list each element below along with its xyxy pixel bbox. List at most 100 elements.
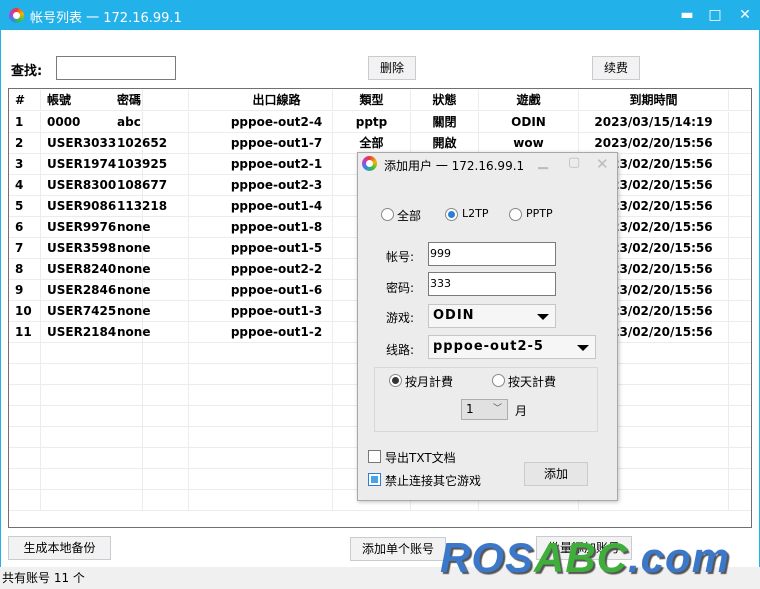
block-other-games-checkbox[interactable] xyxy=(368,473,381,486)
cell-password: none xyxy=(111,217,189,238)
header-type: 類型 xyxy=(333,90,411,111)
cell-outlet-line: pppoe-out2-1 xyxy=(221,154,333,175)
backup-button[interactable]: 生成本地备份 xyxy=(8,536,111,560)
header-game: 遊戲 xyxy=(479,90,579,111)
type-radio-l2tp[interactable] xyxy=(445,208,458,221)
cell-index xyxy=(9,490,41,511)
chevron-down-icon: ﹀ xyxy=(492,404,502,414)
watermark-logo: ROSABC.com xyxy=(440,534,731,581)
cell-spare xyxy=(729,301,751,322)
cell-password: abc xyxy=(111,112,189,133)
add-single-account-button[interactable]: 添加单个账号 xyxy=(350,537,446,561)
cell-game: ODIN xyxy=(479,112,579,133)
cell-outlet-line: pppoe-out1-4 xyxy=(221,196,333,217)
months-unit: 月 xyxy=(515,404,528,418)
dialog-maximize-button[interactable]: ▢ xyxy=(568,155,580,170)
cell-password: none xyxy=(111,259,189,280)
months-value: 1 xyxy=(466,402,474,416)
dialog-minimize-button[interactable]: ▁ xyxy=(538,155,548,170)
cell-password xyxy=(111,469,189,490)
renew-button[interactable]: 续费 xyxy=(592,56,640,80)
cell-index xyxy=(9,427,41,448)
cell-spare xyxy=(729,238,751,259)
cell-password: none xyxy=(111,280,189,301)
type-radio-pptp[interactable] xyxy=(509,208,522,221)
cell-spare xyxy=(729,154,751,175)
minimize-button[interactable]: ▬ xyxy=(677,5,697,25)
search-input[interactable] xyxy=(56,56,176,80)
delete-button[interactable]: 删除 xyxy=(368,56,416,80)
cell-spare xyxy=(729,364,751,385)
close-button[interactable]: ✕ xyxy=(735,5,755,25)
cell-spare xyxy=(729,406,751,427)
months-select[interactable]: 1 ﹀ xyxy=(461,399,508,420)
cell-type: 全部 xyxy=(333,133,411,154)
table-row[interactable]: 2 USER3033 102652 pppoe-out1-7 全部 開啟 wow 2023/0… xyxy=(9,133,751,154)
account-input[interactable]: 999 xyxy=(428,242,556,266)
billing-radio-monthly[interactable] xyxy=(389,374,402,387)
cell-index: 1 xyxy=(9,112,41,133)
cell-password xyxy=(111,490,189,511)
cell-password: 108677 xyxy=(111,175,189,196)
cell-index: 10 xyxy=(9,301,41,322)
cell-index: 2 xyxy=(9,133,41,154)
cell-password: none xyxy=(111,322,189,343)
cell-outlet-line: pppoe-out1-8 xyxy=(221,217,333,238)
cell-password: 113218 xyxy=(111,196,189,217)
header-password: 密碼 xyxy=(111,90,189,111)
password-input[interactable]: 333 xyxy=(428,272,556,296)
cell-index: 4 xyxy=(9,175,41,196)
block-other-games-label: 禁止连接其它游戏 xyxy=(385,474,482,488)
table-header: # 帳號 密碼 出口線路 類型 狀態 遊戲 到期時間 xyxy=(9,90,751,111)
cell-index: 3 xyxy=(9,154,41,175)
cell-index: 9 xyxy=(9,280,41,301)
type-label-pptp: PPTP xyxy=(526,207,553,220)
cell-outlet-line xyxy=(221,427,333,448)
cell-spare xyxy=(729,490,751,511)
dialog-close-button[interactable]: ✕ xyxy=(596,155,609,173)
cell-index: 8 xyxy=(9,259,41,280)
chevron-down-icon xyxy=(537,314,549,320)
cell-index xyxy=(9,385,41,406)
cell-outlet-line: pppoe-out1-7 xyxy=(221,133,333,154)
dialog-title: 添加用户 一 172.16.99.1 xyxy=(384,159,525,173)
cell-spare xyxy=(729,217,751,238)
header-spare xyxy=(729,90,751,111)
chevron-down-icon xyxy=(577,345,589,351)
export-txt-checkbox[interactable] xyxy=(368,450,381,463)
line-select[interactable]: pppoe-out2-5 xyxy=(428,335,596,359)
header-index: # xyxy=(9,90,41,111)
cell-index xyxy=(9,364,41,385)
search-label: 查找: xyxy=(11,64,43,79)
type-radio-all[interactable] xyxy=(381,208,394,221)
cell-spare xyxy=(729,133,751,154)
game-select[interactable]: ODIN xyxy=(428,304,556,328)
cell-outlet-line: pppoe-out2-4 xyxy=(221,112,333,133)
cell-outlet-line: pppoe-out1-6 xyxy=(221,280,333,301)
maximize-button[interactable]: □ xyxy=(705,5,725,25)
cell-index: 11 xyxy=(9,322,41,343)
cell-index: 6 xyxy=(9,217,41,238)
cell-password xyxy=(111,343,189,364)
cell-index xyxy=(9,448,41,469)
add-button[interactable]: 添加 xyxy=(524,462,588,486)
export-txt-label: 导出TXT文档 xyxy=(385,451,456,465)
table-row[interactable]: 1 0000 abc pppoe-out2-4 pptp 關閉 ODIN 2023/03/15… xyxy=(9,112,751,133)
cell-outlet-line xyxy=(221,406,333,427)
cell-expiry: 2023/02/20/15:56 xyxy=(579,133,729,154)
cell-outlet-line xyxy=(221,490,333,511)
billing-radio-daily[interactable] xyxy=(492,374,505,387)
billing-label-daily: 按天計費 xyxy=(508,375,557,389)
header-expiry: 到期時間 xyxy=(579,90,729,111)
type-label-all: 全部 xyxy=(397,209,422,223)
cell-password xyxy=(111,385,189,406)
cell-spare xyxy=(729,322,751,343)
cell-index: 7 xyxy=(9,238,41,259)
cell-password: 103925 xyxy=(111,154,189,175)
billing-label-monthly: 按月計費 xyxy=(405,375,454,389)
cell-spare xyxy=(729,196,751,217)
cell-password: 102652 xyxy=(111,133,189,154)
cell-outlet-line: pppoe-out1-3 xyxy=(221,301,333,322)
cell-spare xyxy=(729,259,751,280)
cell-outlet-line: pppoe-out2-3 xyxy=(221,175,333,196)
